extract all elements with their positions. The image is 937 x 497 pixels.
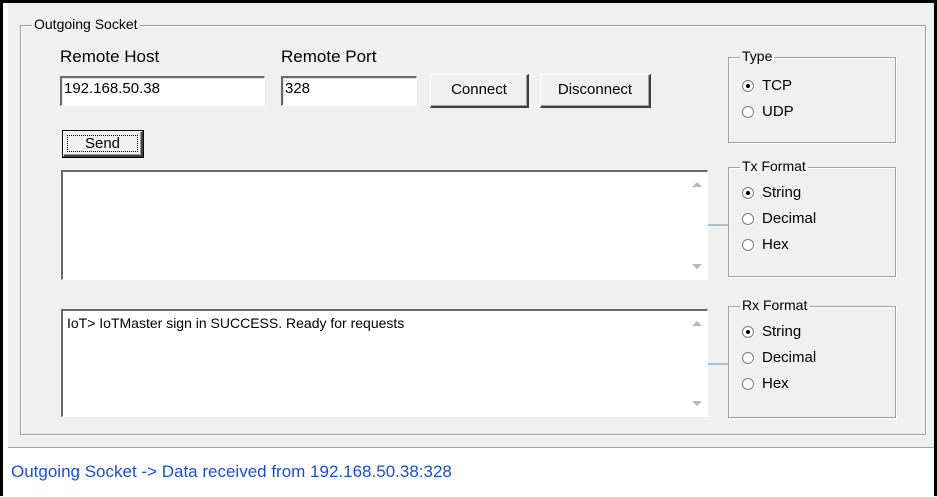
radio-unselected-icon xyxy=(742,213,754,225)
remote-port-input[interactable]: 328 xyxy=(281,76,417,106)
radio-rx-decimal-label: Decimal xyxy=(762,349,817,366)
radio-unselected-icon xyxy=(742,239,754,251)
send-button-label: Send xyxy=(84,135,121,152)
type-group-title: Type xyxy=(740,48,775,64)
status-bar: Outgoing Socket -> Data received from 19… xyxy=(8,447,934,497)
radio-rx-hex-label: Hex xyxy=(762,375,789,392)
rx-connector-line xyxy=(708,363,730,365)
send-button[interactable]: Send xyxy=(62,130,144,158)
radio-unselected-icon xyxy=(742,378,754,390)
remote-port-label: Remote Port xyxy=(281,47,377,66)
tx-textarea[interactable] xyxy=(61,170,708,280)
remote-host-label: Remote Host xyxy=(60,47,160,66)
radio-udp-label: UDP xyxy=(762,103,794,120)
rx-text: IoT> IoTMaster sign in SUCCESS. Ready fo… xyxy=(67,315,405,331)
radio-unselected-icon xyxy=(742,106,754,118)
connect-button[interactable]: Connect xyxy=(430,74,529,108)
remote-host-input[interactable]: 192.168.50.38 xyxy=(60,76,265,106)
rx-scrollbar[interactable] xyxy=(685,311,707,416)
window-frame-left xyxy=(0,0,3,496)
rx-format-title: Rx Format xyxy=(740,297,810,313)
tx-scrollbar[interactable] xyxy=(685,172,707,279)
scroll-up-icon[interactable] xyxy=(692,321,702,326)
radio-unselected-icon xyxy=(742,352,754,364)
radio-tx-string-label: String xyxy=(762,184,802,201)
tx-connector-line xyxy=(708,224,730,226)
radio-tx-hex-label: Hex xyxy=(762,236,789,253)
connect-button-label: Connect xyxy=(451,81,507,98)
rx-textarea[interactable]: IoT> IoTMaster sign in SUCCESS. Ready fo… xyxy=(61,309,708,417)
status-text: Outgoing Socket -> Data received from 19… xyxy=(11,462,452,481)
outgoing-socket-title: Outgoing Socket xyxy=(32,16,140,32)
radio-rx-string-label: String xyxy=(762,323,802,340)
radio-selected-icon xyxy=(742,80,754,92)
radio-tx-decimal-label: Decimal xyxy=(762,210,817,227)
scroll-up-icon[interactable] xyxy=(692,182,702,187)
socket-window: Outgoing Socket Remote Host 192.168.50.3… xyxy=(0,0,937,497)
tx-format-title: Tx Format xyxy=(740,158,808,174)
radio-tcp-label: TCP xyxy=(762,77,792,94)
disconnect-button[interactable]: Disconnect xyxy=(540,74,651,108)
type-group xyxy=(728,57,896,143)
main-panel: Outgoing Socket Remote Host 192.168.50.3… xyxy=(8,3,934,447)
radio-selected-icon xyxy=(742,187,754,199)
scroll-down-icon[interactable] xyxy=(692,264,702,269)
radio-selected-icon xyxy=(742,326,754,338)
scroll-down-icon[interactable] xyxy=(692,401,702,406)
disconnect-button-label: Disconnect xyxy=(557,81,633,98)
